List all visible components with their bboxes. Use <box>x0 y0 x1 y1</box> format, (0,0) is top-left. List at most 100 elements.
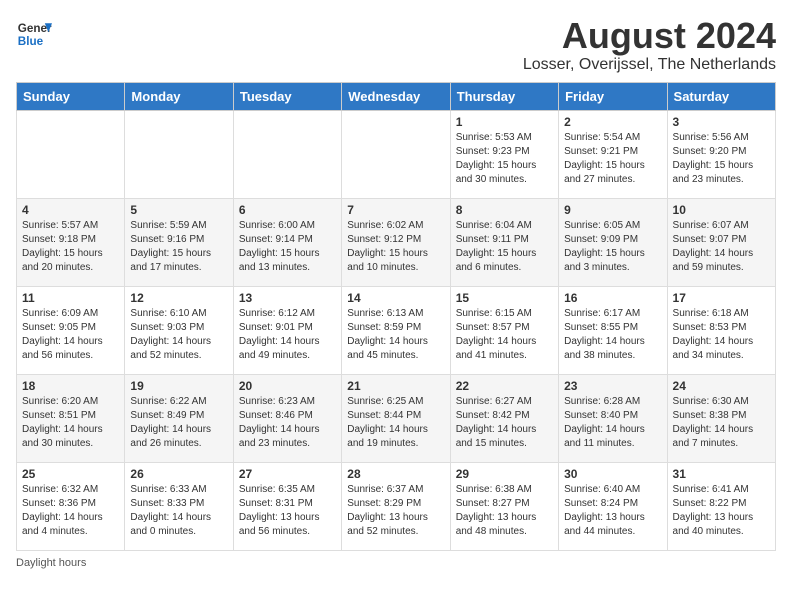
day-number: 30 <box>564 467 661 481</box>
col-header-tuesday: Tuesday <box>233 82 341 110</box>
day-info: Sunrise: 6:20 AMSunset: 8:51 PMDaylight:… <box>22 395 119 451</box>
day-number: 16 <box>564 291 661 305</box>
day-info: Sunrise: 6:32 AMSunset: 8:36 PMDaylight:… <box>22 483 119 539</box>
header: General Blue August 2024 Losser, Overijs… <box>16 16 776 74</box>
calendar-week-4: 18 Sunrise: 6:20 AMSunset: 8:51 PMDayligh… <box>17 374 776 462</box>
main-title: August 2024 <box>523 16 776 56</box>
calendar-cell: 17Sunrise: 6:18 AMSunset: 8:53 PMDayligh… <box>667 286 775 374</box>
day-number: 7 <box>347 203 444 217</box>
calendar-cell: 7Sunrise: 6:02 AMSunset: 9:12 PMDaylight… <box>342 198 450 286</box>
day-info: Sunrise: 5:57 AMSunset: 9:18 PMDaylight:… <box>22 219 119 275</box>
day-info: Sunrise: 6:41 AMSunset: 8:22 PMDaylight:… <box>673 483 770 539</box>
col-header-saturday: Saturday <box>667 82 775 110</box>
calendar-cell: 20 Sunrise: 6:23 AMSunset: 8:46 PMDayligh… <box>233 374 341 462</box>
calendar-cell: 1Sunrise: 5:53 AMSunset: 9:23 PMDaylight… <box>450 110 558 198</box>
day-number: 17 <box>673 291 770 305</box>
calendar-cell: 24 Sunrise: 6:30 AMSunset: 8:38 PMDayligh… <box>667 374 775 462</box>
calendar-cell: 8Sunrise: 6:04 AMSunset: 9:11 PMDaylight… <box>450 198 558 286</box>
calendar-cell: 29 Sunrise: 6:38 AMSunset: 8:27 PMDayligh… <box>450 462 558 550</box>
day-number: 9 <box>564 203 661 217</box>
col-header-wednesday: Wednesday <box>342 82 450 110</box>
calendar-cell: 16Sunrise: 6:17 AMSunset: 8:55 PMDayligh… <box>559 286 667 374</box>
day-number: 13 <box>239 291 336 305</box>
day-number: 10 <box>673 203 770 217</box>
day-number: 19 <box>130 379 227 393</box>
day-number: 22 <box>456 379 553 393</box>
day-number: 20 <box>239 379 336 393</box>
day-info: Sunrise: 5:59 AMSunset: 9:16 PMDaylight:… <box>130 219 227 275</box>
calendar-cell: 30 Sunrise: 6:40 AMSunset: 8:24 PMDayligh… <box>559 462 667 550</box>
calendar-cell: 12 Sunrise: 6:10 AMSunset: 9:03 PMDayligh… <box>125 286 233 374</box>
calendar-cell: 21 Sunrise: 6:25 AMSunset: 8:44 PMDayligh… <box>342 374 450 462</box>
day-number: 31 <box>673 467 770 481</box>
day-info: Sunrise: 5:54 AMSunset: 9:21 PMDaylight:… <box>564 131 661 187</box>
calendar-week-1: 1Sunrise: 5:53 AMSunset: 9:23 PMDaylight… <box>17 110 776 198</box>
calendar-cell: 19Sunrise: 6:22 AMSunset: 8:49 PMDayligh… <box>125 374 233 462</box>
day-info: Sunrise: 6:40 AMSunset: 8:24 PMDaylight:… <box>564 483 661 539</box>
day-info: Sunrise: 6:13 AMSunset: 8:59 PMDaylight:… <box>347 307 444 363</box>
calendar-cell: 26Sunrise: 6:33 AMSunset: 8:33 PMDayligh… <box>125 462 233 550</box>
logo-icon: General Blue <box>16 16 52 52</box>
calendar-cell: 11 Sunrise: 6:09 AMSunset: 9:05 PMDayligh… <box>17 286 125 374</box>
day-info: Sunrise: 6:09 AMSunset: 9:05 PMDaylight:… <box>22 307 119 363</box>
calendar-cell <box>17 110 125 198</box>
day-info: Sunrise: 6:38 AMSunset: 8:27 PMDaylight:… <box>456 483 553 539</box>
day-number: 1 <box>456 115 553 129</box>
day-number: 28 <box>347 467 444 481</box>
day-number: 21 <box>347 379 444 393</box>
svg-text:Blue: Blue <box>18 35 44 48</box>
calendar-cell: 13 Sunrise: 6:12 AMSunset: 9:01 PMDayligh… <box>233 286 341 374</box>
day-info: Sunrise: 6:07 AMSunset: 9:07 PMDaylight:… <box>673 219 770 275</box>
calendar-week-2: 4 Sunrise: 5:57 AMSunset: 9:18 PMDaylight… <box>17 198 776 286</box>
day-number: 14 <box>347 291 444 305</box>
day-number: 18 <box>22 379 119 393</box>
day-info: Sunrise: 6:35 AMSunset: 8:31 PMDaylight:… <box>239 483 336 539</box>
day-number: 2 <box>564 115 661 129</box>
col-header-friday: Friday <box>559 82 667 110</box>
day-info: Sunrise: 6:30 AMSunset: 8:38 PMDaylight:… <box>673 395 770 451</box>
calendar-week-5: 25Sunrise: 6:32 AMSunset: 8:36 PMDayligh… <box>17 462 776 550</box>
calendar-cell <box>342 110 450 198</box>
calendar-cell: 25Sunrise: 6:32 AMSunset: 8:36 PMDayligh… <box>17 462 125 550</box>
calendar-cell: 5 Sunrise: 5:59 AMSunset: 9:16 PMDaylight… <box>125 198 233 286</box>
calendar-cell: 18 Sunrise: 6:20 AMSunset: 8:51 PMDayligh… <box>17 374 125 462</box>
calendar-cell <box>125 110 233 198</box>
day-number: 5 <box>130 203 227 217</box>
day-info: Sunrise: 6:23 AMSunset: 8:46 PMDaylight:… <box>239 395 336 451</box>
day-info: Sunrise: 6:25 AMSunset: 8:44 PMDaylight:… <box>347 395 444 451</box>
day-number: 6 <box>239 203 336 217</box>
title-area: August 2024 Losser, Overijssel, The Neth… <box>523 16 776 74</box>
day-info: Sunrise: 6:27 AMSunset: 8:42 PMDaylight:… <box>456 395 553 451</box>
day-number: 29 <box>456 467 553 481</box>
logo: General Blue <box>16 16 52 52</box>
day-number: 24 <box>673 379 770 393</box>
day-number: 4 <box>22 203 119 217</box>
footer-note: Daylight hours <box>16 557 776 569</box>
col-header-thursday: Thursday <box>450 82 558 110</box>
subtitle: Losser, Overijssel, The Netherlands <box>523 56 776 74</box>
calendar-cell: 15Sunrise: 6:15 AMSunset: 8:57 PMDayligh… <box>450 286 558 374</box>
calendar-cell: 14 Sunrise: 6:13 AMSunset: 8:59 PMDayligh… <box>342 286 450 374</box>
col-header-sunday: Sunday <box>17 82 125 110</box>
day-number: 11 <box>22 291 119 305</box>
calendar-header-row: SundayMondayTuesdayWednesdayThursdayFrid… <box>17 82 776 110</box>
calendar-cell <box>233 110 341 198</box>
calendar-cell: 3Sunrise: 5:56 AMSunset: 9:20 PMDaylight… <box>667 110 775 198</box>
col-header-monday: Monday <box>125 82 233 110</box>
day-info: Sunrise: 6:05 AMSunset: 9:09 PMDaylight:… <box>564 219 661 275</box>
day-number: 26 <box>130 467 227 481</box>
day-info: Sunrise: 6:00 AMSunset: 9:14 PMDaylight:… <box>239 219 336 275</box>
calendar-cell: 4 Sunrise: 5:57 AMSunset: 9:18 PMDaylight… <box>17 198 125 286</box>
day-info: Sunrise: 6:28 AMSunset: 8:40 PMDaylight:… <box>564 395 661 451</box>
day-info: Sunrise: 6:12 AMSunset: 9:01 PMDaylight:… <box>239 307 336 363</box>
day-number: 12 <box>130 291 227 305</box>
day-info: Sunrise: 6:37 AMSunset: 8:29 PMDaylight:… <box>347 483 444 539</box>
calendar-cell: 9 Sunrise: 6:05 AMSunset: 9:09 PMDaylight… <box>559 198 667 286</box>
calendar-table: SundayMondayTuesdayWednesdayThursdayFrid… <box>16 82 776 551</box>
day-info: Sunrise: 6:15 AMSunset: 8:57 PMDaylight:… <box>456 307 553 363</box>
day-number: 8 <box>456 203 553 217</box>
calendar-cell: 27Sunrise: 6:35 AMSunset: 8:31 PMDayligh… <box>233 462 341 550</box>
day-info: Sunrise: 6:10 AMSunset: 9:03 PMDaylight:… <box>130 307 227 363</box>
calendar-cell: 28 Sunrise: 6:37 AMSunset: 8:29 PMDayligh… <box>342 462 450 550</box>
calendar-cell: 10 Sunrise: 6:07 AMSunset: 9:07 PMDayligh… <box>667 198 775 286</box>
